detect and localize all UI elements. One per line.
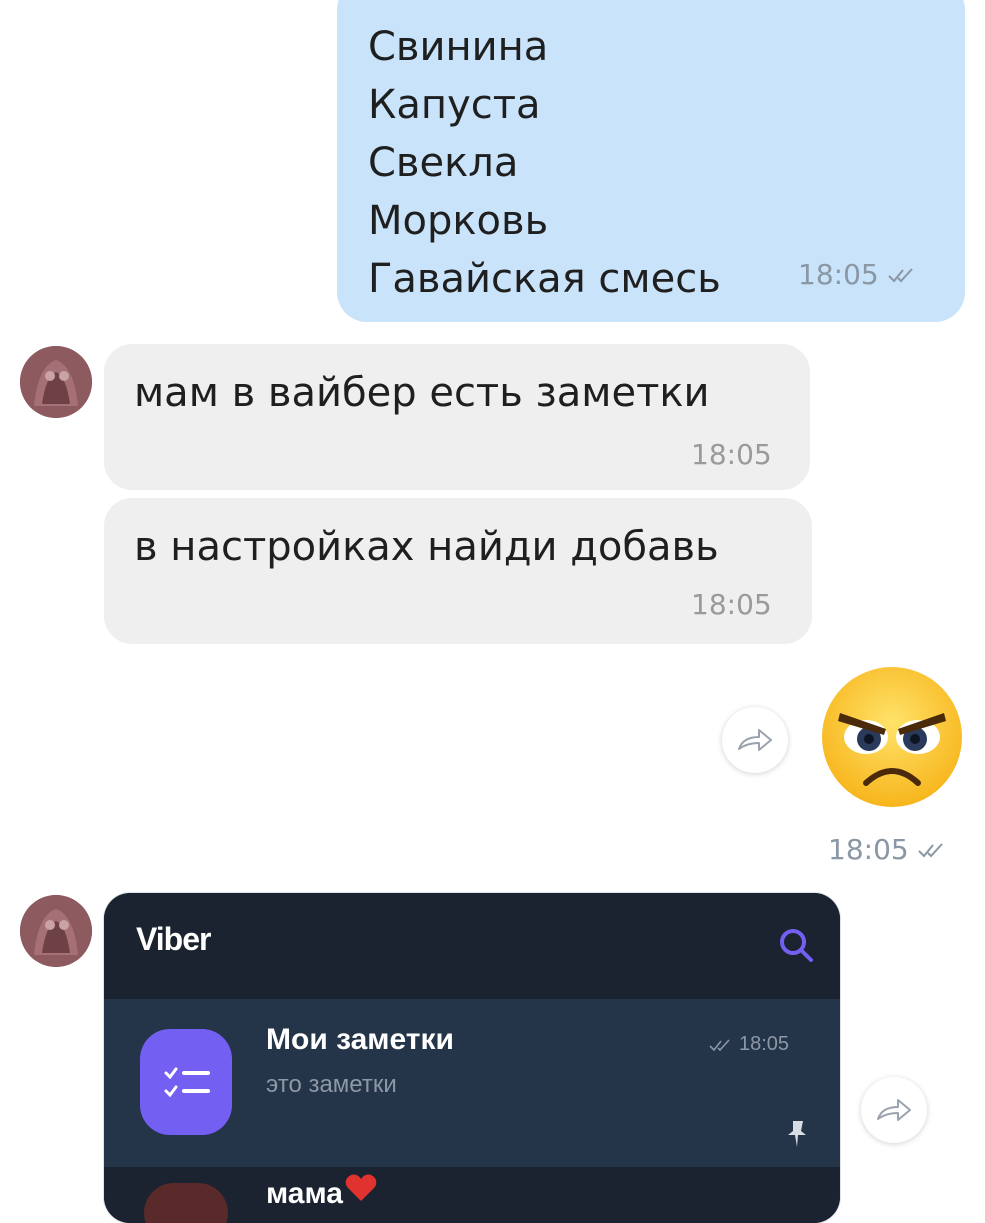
- list-line: Свинина: [368, 24, 549, 70]
- avatar-photo: [20, 346, 92, 418]
- angry-face-icon: [822, 667, 962, 807]
- list-line: Морковь: [368, 198, 549, 244]
- list-line: Свекла: [368, 140, 519, 186]
- chat-name: мама: [266, 1177, 343, 1210]
- message-time: 18:05: [691, 438, 772, 471]
- chat-time: 18:05: [739, 1033, 790, 1055]
- list-line: Гавайская смесь: [368, 256, 721, 302]
- chat-name: Мои заметки: [266, 1023, 454, 1056]
- contact-avatar[interactable]: [20, 346, 92, 418]
- incoming-message-bubble[interactable]: [104, 498, 812, 644]
- chat-row-my-notes: Мои заметки это заметки 18:05: [104, 999, 840, 1167]
- avatar-photo: [20, 895, 92, 967]
- message-time: 18:05: [691, 588, 772, 621]
- chat-preview: это заметки: [266, 1071, 397, 1098]
- forward-button[interactable]: [861, 1077, 927, 1143]
- forward-icon: [738, 729, 772, 751]
- double-check-icon: [709, 1038, 730, 1051]
- double-check-icon: [887, 267, 913, 282]
- heart-icon: [345, 1174, 377, 1201]
- message-time: 18:05: [798, 258, 879, 291]
- image-message-screenshot[interactable]: Viber Мои заметки это заметки 18:05 мама: [104, 893, 840, 1223]
- viber-header: Viber: [104, 893, 840, 999]
- forward-icon: [877, 1099, 911, 1121]
- incoming-message-text: мам в вайбер есть заметки: [134, 370, 710, 416]
- angry-face-emoji[interactable]: [820, 665, 964, 809]
- pin-icon: [788, 1121, 806, 1147]
- incoming-message-text: в настройках найди добавь: [134, 524, 719, 570]
- outgoing-message-text: Свинина Капуста Свекла Морковь Гавайская…: [368, 18, 721, 308]
- notes-icon: [140, 1029, 232, 1135]
- outgoing-message-meta: 18:05: [798, 258, 917, 291]
- chat-row-partial: мама: [104, 1169, 840, 1223]
- forward-button[interactable]: [722, 707, 788, 773]
- chat-time-meta: 18:05: [709, 1033, 789, 1056]
- search-icon: [780, 929, 813, 962]
- double-check-icon: [917, 842, 943, 857]
- message-time: 18:05: [828, 833, 909, 866]
- viber-app-title: Viber: [136, 921, 211, 957]
- emoji-message-meta: 18:05: [828, 833, 947, 866]
- list-line: Капуста: [368, 82, 541, 128]
- contact-avatar[interactable]: [20, 895, 92, 967]
- chat-avatar: [144, 1183, 228, 1223]
